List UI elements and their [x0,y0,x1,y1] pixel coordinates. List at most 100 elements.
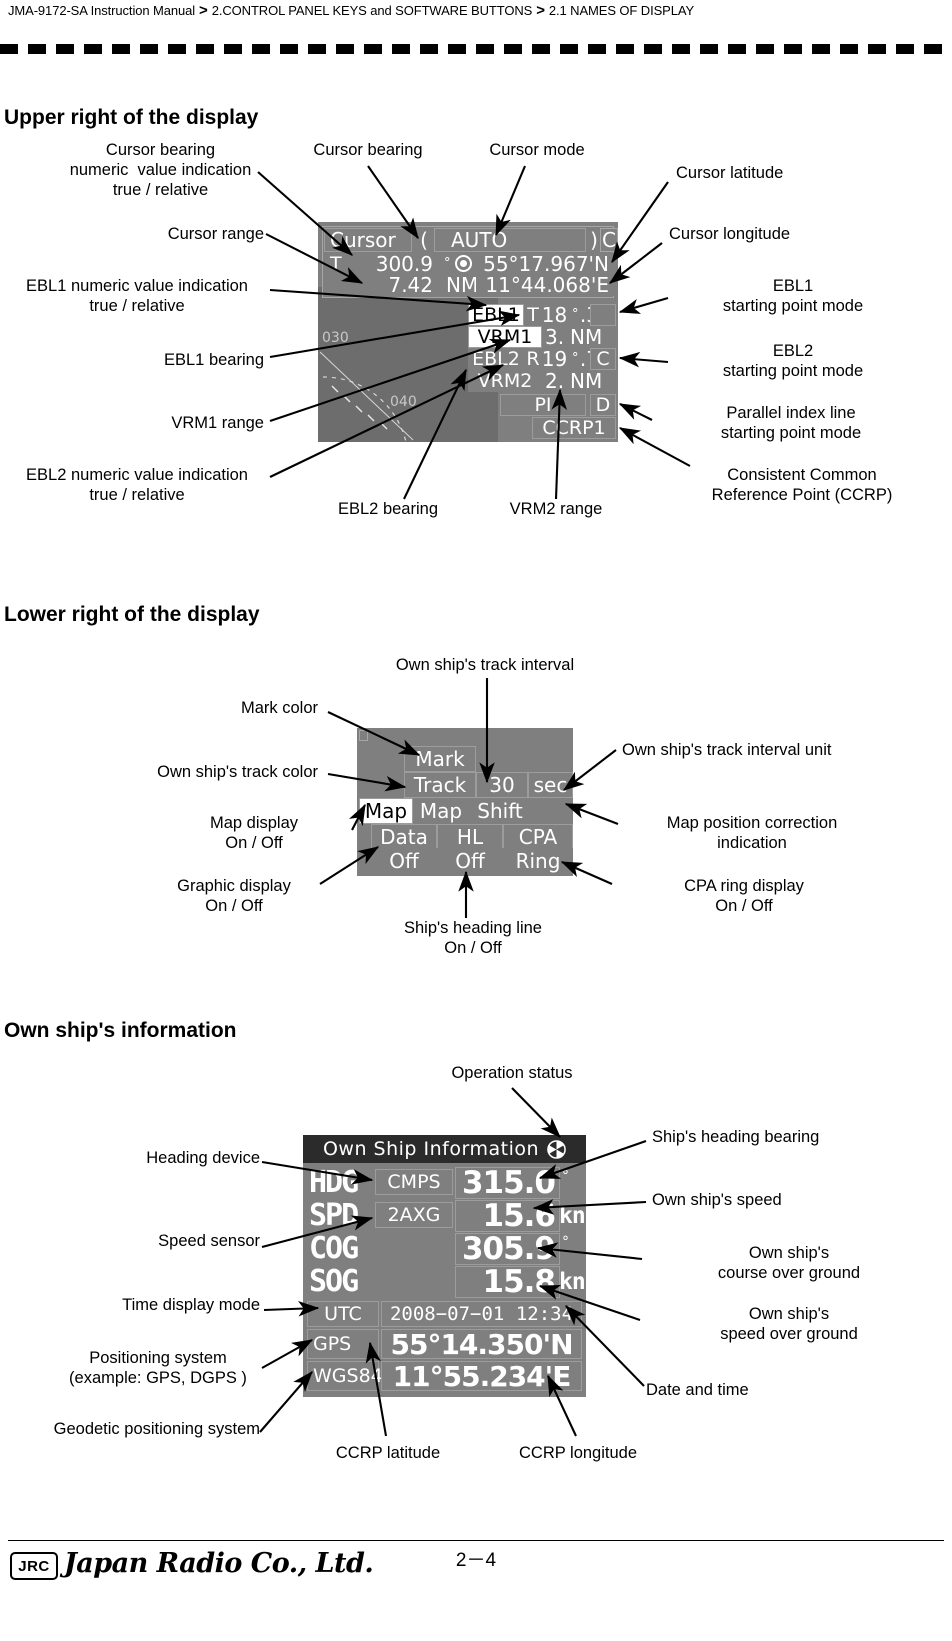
cursor-label: Cursor [324,228,412,252]
label-ccrp: Consistent Common Reference Point (CCRP) [711,466,893,504]
date-time-value: 2008−07−01 12:34 [381,1301,582,1327]
label-track-color: Own ship's track color [157,763,318,781]
cpa-ring-button[interactable]: CPA [503,824,573,850]
label-vrm2-range: VRM2 range [509,500,603,518]
label-track-interval-unit: Own ship's track interval unit [622,741,832,759]
label-speed-sensor: Speed sensor [158,1232,260,1250]
label-date-time: Date and time [646,1381,749,1399]
parallel-index-line-button[interactable]: PI [500,394,586,416]
label-vrm1-range: VRM1 range [171,414,264,432]
map-display-button[interactable]: Map [359,798,413,824]
label-map-display: Map display On / Off [209,814,299,852]
time-display-mode-button[interactable]: UTC [307,1301,379,1327]
heading-line-button[interactable]: HL [437,824,503,850]
ebl2-bearing-unit: ° [566,347,582,369]
label-cursor-bearing: Cursor bearing [313,141,423,159]
heading-device-button[interactable]: CMPS [375,1169,453,1195]
own-ship-speed-unit: kn [559,1203,586,1229]
graphic-display-state: Off [371,848,437,874]
heading-bearing-unit: ° [562,1168,569,1184]
track-interval-unit[interactable]: sec [528,772,573,798]
label-cursor-range: Cursor range [167,225,264,243]
label-track-interval: Own ship's track interval [395,656,575,674]
cog-value: 305.9 [455,1231,560,1267]
manual-page: JMA-9172-SA Instruction Manual >2.CONTROL… [0,0,952,1641]
spd-label: SPD [309,1198,359,1233]
label-operation-status: Operation status [451,1064,573,1082]
label-time-display-mode: Time display mode [122,1296,260,1314]
label-heading-line: Ship's heading line On / Off [403,919,542,957]
graphic-display-button[interactable]: Data [371,824,437,850]
vrm2-button[interactable]: VRM2 [468,370,542,392]
breadcrumb-section: 2.1 NAMES OF DISPLAY [548,3,695,18]
label-ebl2-numeric: EBL2 numeric value indication true / rel… [26,466,248,504]
cursor-mode-paren-open: ( [414,228,434,252]
radar-scale-030: 030 [322,330,349,346]
sog-value: 15.8 [455,1264,560,1300]
map-shift-label-map: Map [413,798,469,824]
operation-status-icon [547,1139,566,1159]
map-shift-indication: Shift [469,798,531,824]
own-ship-title: Own Ship Information [322,1138,540,1160]
track-interval-value[interactable]: 30 [476,772,528,798]
cursor-bearing-value: 300.9 [346,252,438,276]
ebl1-bearing-unit: ° [566,303,582,325]
cpa-ring-state: Ring [503,848,573,874]
label-cpa-ring: CPA ring display On / Off [684,877,804,915]
lower-right-display-panel: Mark Track 30 sec Map Map Shift Data HL … [357,728,573,876]
own-ship-speed-value: 15.6 [455,1198,560,1234]
track-color-button[interactable]: Track [404,772,476,798]
label-cog: Own ship's course over ground [717,1244,861,1282]
cursor-bearing-reference[interactable]: T [324,253,346,275]
ebl1-reference[interactable]: T [524,304,542,326]
cursor-latitude-value: 55°17.967'N [476,252,614,276]
header-dashed-rule [0,44,952,54]
label-positioning-system: Positioning system (example: GPS, DGPS ) [69,1349,247,1387]
breadcrumb-manual: JMA-9172-SA Instruction Manual [8,3,196,18]
label-heading-device: Heading device [146,1149,260,1167]
panel-corner-notch [359,730,368,741]
ebl2-reference[interactable]: R [524,348,542,370]
label-ebl2-bearing: EBL2 bearing [338,500,438,518]
ebl1-starting-point-mode[interactable] [590,304,616,326]
breadcrumb-separator-2: > [536,2,545,19]
geodetic-system-button[interactable]: WGS84 [307,1361,383,1391]
label-ebl1-start-mode: EBL1 starting point mode [722,277,864,315]
label-cursor-bearing-numeric: Cursor bearing numeric value indication … [69,141,252,199]
cursor-mode-unit: C [600,228,618,252]
ebl1-button[interactable]: EBL1 [468,304,524,326]
heading-line-state: Off [437,848,503,874]
sog-unit: kn [559,1269,586,1295]
label-cursor-longitude: Cursor longitude [669,225,791,243]
mark-color-button[interactable]: Mark [404,746,476,772]
label-ebl1-bearing: EBL1 bearing [164,351,264,369]
footer-rule [8,1540,944,1541]
parallel-index-starting-point-mode[interactable]: D [590,394,616,416]
ccrp-longitude-value: 11°55.234'E [381,1360,582,1393]
cog-unit: ° [562,1234,569,1250]
breadcrumb-separator-1: > [199,2,208,19]
cursor-range-value: 7.42 [346,273,438,297]
breadcrumb: JMA-9172-SA Instruction Manual >2.CONTROL… [8,2,694,19]
ebl2-starting-point-mode[interactable]: C [590,348,616,370]
label-cursor-latitude: Cursor latitude [676,164,784,182]
label-heading-bearing: Ship's heading bearing [652,1128,820,1146]
label-geodetic-system: Geodetic positioning system [53,1420,260,1438]
breadcrumb-chapter: 2.CONTROL PANEL KEYS and SOFTWARE BUTTON… [211,3,533,18]
hdg-label: HDG [309,1165,359,1200]
ccrp-button[interactable]: CCRP1 [532,417,616,439]
label-ebl2-start-mode: EBL2 starting point mode [722,342,864,380]
section-title-ownship: Own ship's information [4,1019,237,1042]
label-cursor-mode: Cursor mode [489,141,585,159]
speed-sensor-button[interactable]: 2AXG [375,1202,453,1228]
ccrp-latitude-value: 55°14.350'N [381,1328,582,1361]
label-own-ship-speed: Own ship's speed [652,1191,782,1209]
positioning-system-button[interactable]: GPS [307,1329,379,1359]
vrm1-button[interactable]: VRM1 [468,326,542,348]
label-ccrp-longitude: CCRP longitude [518,1444,637,1462]
section-title-upper-right: Upper right of the display [4,106,259,129]
ebl2-button[interactable]: EBL2 [468,348,524,370]
vrm2-range-unit: NM [564,369,608,393]
cursor-mode-button[interactable]: AUTO [434,228,586,252]
cog-label: COG [309,1231,359,1266]
